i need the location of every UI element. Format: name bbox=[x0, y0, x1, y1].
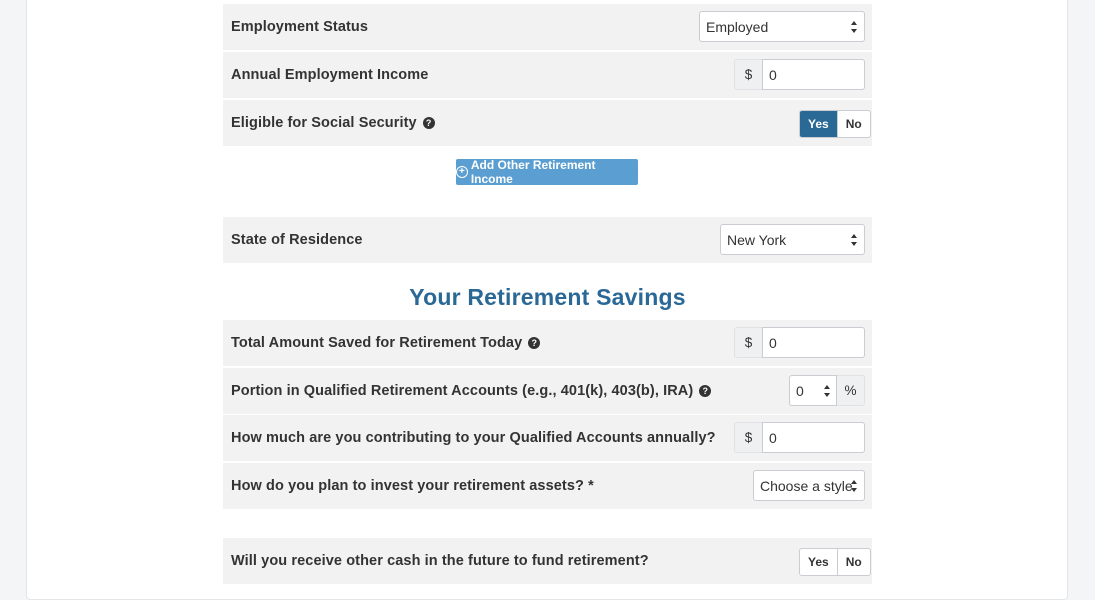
investment-style-value: Choose a style bbox=[760, 477, 853, 494]
sort-arrows-icon[interactable] bbox=[823, 384, 831, 398]
question-circle-icon[interactable]: ? bbox=[528, 337, 541, 349]
annual-income-label: Annual Employment Income bbox=[231, 67, 429, 83]
retirement-savings-title: Your Retirement Savings bbox=[409, 284, 686, 310]
investment-style-select[interactable]: Choose a style bbox=[753, 470, 865, 501]
plus-circle-icon: + bbox=[456, 166, 468, 178]
annual-contribution-input[interactable]: 0 bbox=[762, 422, 865, 453]
currency-prefix: $ bbox=[734, 327, 762, 358]
annual-income-row: Annual Employment Income $ 0 bbox=[223, 52, 872, 98]
state-of-residence-label: State of Residence bbox=[231, 232, 363, 248]
currency-prefix: $ bbox=[734, 59, 762, 90]
other-cash-yes-button[interactable]: Yes bbox=[800, 549, 837, 575]
question-circle-icon[interactable]: ? bbox=[422, 117, 435, 129]
other-cash-label: Will you receive other cash in the futur… bbox=[231, 553, 649, 569]
annual-contribution-row: How much are you contributing to your Qu… bbox=[223, 415, 872, 461]
employment-status-label: Employment Status bbox=[231, 19, 369, 35]
qualified-portion-row: Portion in Qualified Retirement Accounts… bbox=[223, 368, 872, 414]
currency-prefix: $ bbox=[734, 422, 762, 453]
add-other-retirement-income-button[interactable]: + Add Other Retirement Income bbox=[456, 158, 638, 186]
other-cash-no-button[interactable]: No bbox=[836, 549, 870, 575]
qualified-portion-label: Portion in Qualified Retirement Accounts… bbox=[231, 368, 712, 414]
total-saved-label: Total Amount Saved for Retirement Today … bbox=[231, 320, 541, 366]
social-security-toggle: Yes No bbox=[799, 110, 871, 138]
investment-style-label: How do you plan to invest your retiremen… bbox=[231, 478, 594, 494]
other-cash-toggle: Yes No bbox=[799, 548, 871, 576]
sort-arrows-icon bbox=[851, 21, 857, 33]
social-security-yes-button[interactable]: Yes bbox=[800, 111, 837, 137]
annual-income-input[interactable]: 0 bbox=[762, 59, 865, 90]
other-cash-row: Will you receive other cash in the futur… bbox=[223, 538, 872, 584]
state-of-residence-select[interactable]: New York bbox=[720, 224, 865, 255]
qualified-portion-input[interactable]: 0 bbox=[789, 375, 837, 406]
total-saved-input[interactable]: 0 bbox=[762, 327, 865, 358]
social-security-label-text: Eligible for Social Security bbox=[231, 115, 417, 131]
sort-arrows-icon bbox=[851, 480, 857, 492]
total-saved-label-text: Total Amount Saved for Retirement Today bbox=[231, 335, 523, 351]
social-security-no-button[interactable]: No bbox=[836, 111, 870, 137]
employment-status-value: Employed bbox=[706, 18, 769, 35]
state-of-residence-value: New York bbox=[727, 231, 787, 248]
annual-contribution-label: How much are you contributing to your Qu… bbox=[231, 430, 716, 446]
state-of-residence-row: State of Residence New York bbox=[223, 217, 872, 263]
qualified-portion-value: 0 bbox=[796, 382, 804, 399]
add-other-retirement-income-label: Add Other Retirement Income bbox=[470, 158, 596, 186]
social-security-row: Eligible for Social Security ? Yes No bbox=[223, 100, 872, 146]
question-circle-icon[interactable]: ? bbox=[699, 385, 712, 397]
social-security-label: Eligible for Social Security ? bbox=[231, 100, 435, 146]
qualified-portion-label-text: Portion in Qualified Retirement Accounts… bbox=[231, 383, 694, 399]
employment-status-select[interactable]: Employed bbox=[699, 11, 865, 42]
percent-suffix: % bbox=[837, 375, 865, 406]
investment-style-row: How do you plan to invest your retiremen… bbox=[223, 463, 872, 509]
employment-status-row: Employment Status Employed bbox=[223, 4, 872, 50]
sort-arrows-icon bbox=[851, 234, 857, 246]
total-saved-row: Total Amount Saved for Retirement Today … bbox=[223, 320, 872, 366]
